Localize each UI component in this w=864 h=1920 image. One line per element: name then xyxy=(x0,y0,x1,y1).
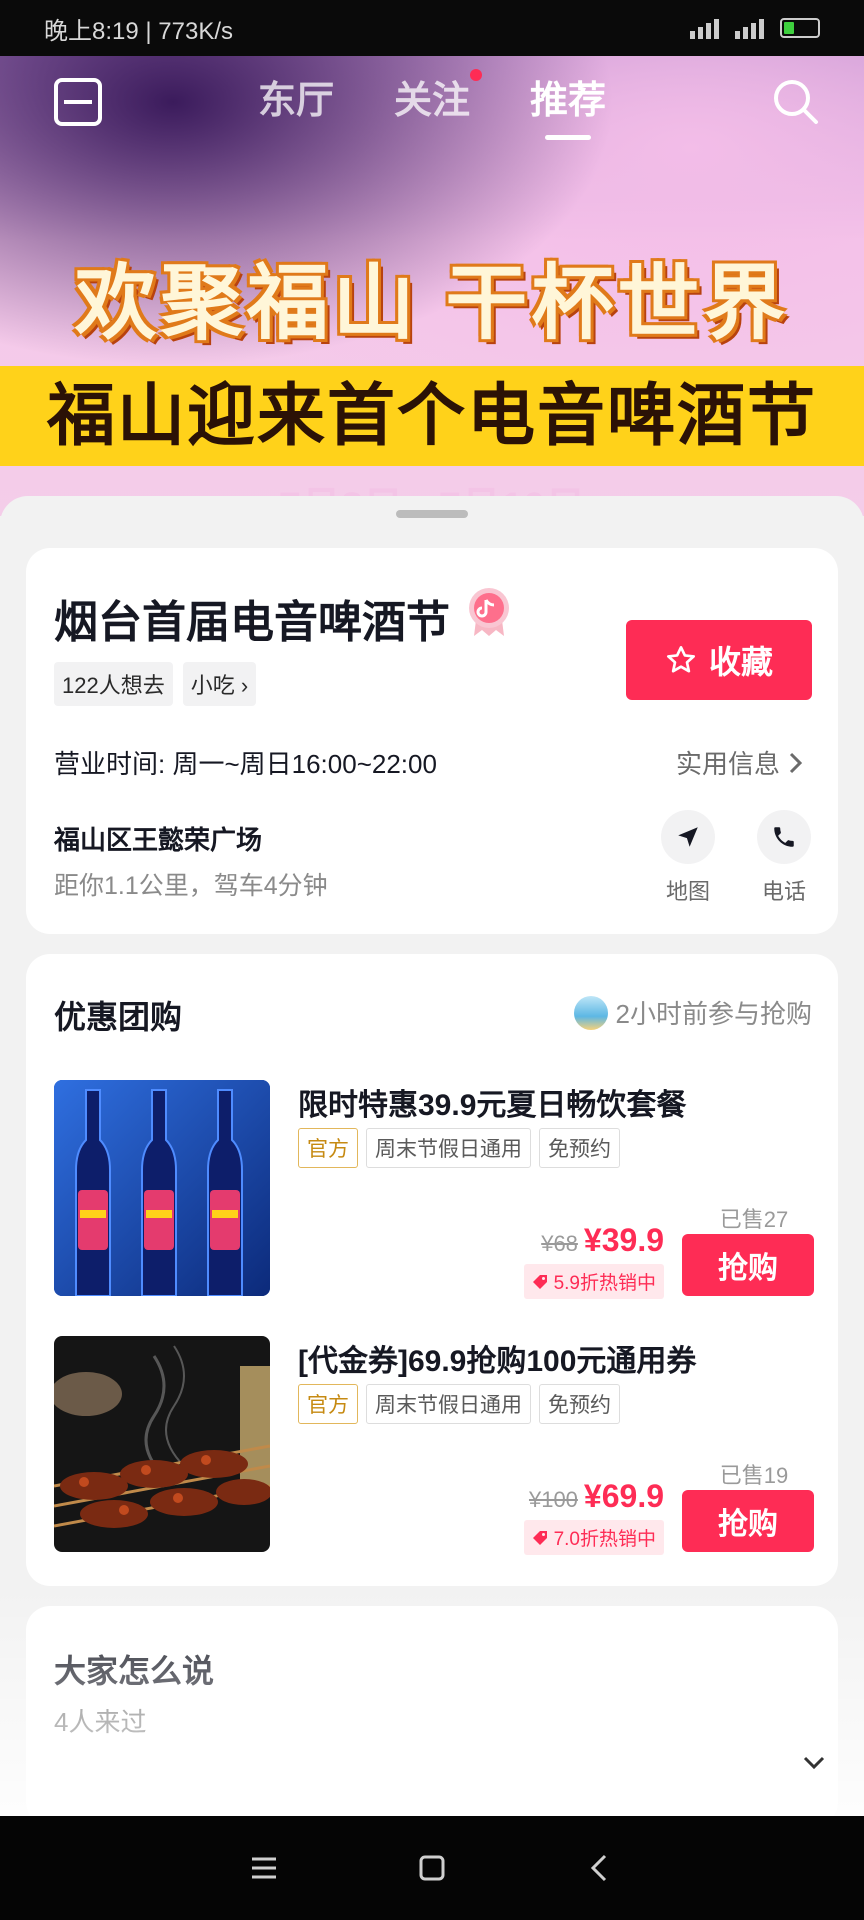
discount-text: 5.9折热销中 xyxy=(553,1273,656,1294)
no-reservation-tag: 免预约 xyxy=(539,1128,620,1168)
official-tag: 官方 xyxy=(298,1384,358,1424)
map-button[interactable]: 地图 xyxy=(648,810,728,906)
recent-purchase: 2小时前参与抢购 xyxy=(573,994,812,1031)
signal-icon xyxy=(690,17,719,39)
search-icon[interactable] xyxy=(770,76,822,128)
douyin-badge-icon xyxy=(469,588,509,636)
recent-purchase-text: 2小时前参与抢购 xyxy=(615,999,812,1029)
detail-sheet: 烟台首届电音啤酒节 122人想去 小吃 › 收藏 营业时间: 周一~周日16:0… xyxy=(0,496,864,1826)
sale-price: ¥39.9 xyxy=(583,1222,664,1258)
deal-title: 限时特惠39.9元夏日畅饮套餐 xyxy=(298,1089,687,1122)
tab-recommended[interactable]: 推荐 xyxy=(530,69,606,134)
chevron-down-icon[interactable] xyxy=(800,1748,828,1776)
reviews-subtitle: 4人来过 xyxy=(54,1707,147,1737)
price-row: ¥100 ¥69.9 xyxy=(529,1478,664,1515)
favorite-button[interactable]: 收藏 xyxy=(626,620,812,700)
status-right xyxy=(690,17,820,39)
buy-button[interactable]: 抢购 xyxy=(682,1234,814,1296)
sale-price: ¥69.9 xyxy=(583,1478,664,1514)
sold-count: 已售19 xyxy=(719,1463,789,1488)
practical-info-label: 实用信息 xyxy=(675,749,780,779)
price-row: ¥68 ¥39.9 xyxy=(541,1222,664,1259)
want-count-tag: 122人想去 xyxy=(54,662,173,706)
deal-title: [代金券]69.9抢购100元通用券 xyxy=(298,1345,697,1378)
holiday-tag: 周末节假日通用 xyxy=(366,1384,531,1424)
no-reservation-tag: 免预约 xyxy=(539,1384,620,1424)
status-left: 晚上8:19 | 773K/s xyxy=(44,17,234,45)
hero-subheadline: 福山迎来首个电音啤酒节 xyxy=(0,366,864,466)
network-speed: 773K/s xyxy=(158,17,234,45)
discount-text: 7.0折热销中 xyxy=(553,1529,656,1550)
category-tag[interactable]: 小吃 › xyxy=(182,662,257,706)
notification-dot xyxy=(470,68,482,81)
business-hours: 营业时间: 周一~周日16:00~22:00 xyxy=(54,749,437,779)
favorite-label: 收藏 xyxy=(708,644,773,680)
menu-icon[interactable] xyxy=(242,1846,286,1890)
tab-donting[interactable]: 东厅 xyxy=(258,69,334,134)
reviews-card[interactable]: 大家怎么说 4人来过 xyxy=(26,1606,838,1826)
phone-label: 电话 xyxy=(761,879,806,904)
deal-item[interactable]: [代金券]69.9抢购100元通用券 官方 周末节假日通用 免预约 已售19 ¥… xyxy=(54,1336,814,1555)
back-icon[interactable] xyxy=(578,1846,622,1890)
discount-badge: 5.9折热销中 xyxy=(523,1264,664,1299)
nav-tabs: 东厅 关注 推荐 xyxy=(258,68,606,134)
shop-tags: 122人想去 小吃 › xyxy=(54,662,257,706)
sheet-drag-handle[interactable] xyxy=(396,510,468,518)
group-deals-card: 优惠团购 2小时前参与抢购 限时特惠39.9元夏日畅饮套餐 官方 周末节假日通用… xyxy=(26,954,838,1586)
shop-title: 烟台首届电音啤酒节 xyxy=(54,598,450,647)
deal-image-beer xyxy=(54,1080,270,1296)
practical-info-link[interactable]: 实用信息 xyxy=(676,744,804,781)
discount-badge: 7.0折热销中 xyxy=(523,1520,664,1555)
deal-image-bbq xyxy=(54,1336,270,1552)
map-label: 地图 xyxy=(665,879,710,904)
hero-headline: 欢聚福山 干杯世界 xyxy=(74,258,790,349)
sold-count: 已售27 xyxy=(719,1207,789,1232)
status-time: 晚上8:19 xyxy=(44,17,139,45)
buy-button[interactable]: 抢购 xyxy=(682,1490,814,1552)
shop-address: 福山区王懿荣广场 xyxy=(54,825,263,855)
tab-following-label: 关注 xyxy=(393,79,470,122)
deal-tags: 官方 周末节假日通用 免预约 xyxy=(298,1128,620,1168)
system-nav-bar xyxy=(0,1816,864,1920)
signal-icon-2 xyxy=(735,17,764,39)
scan-icon[interactable] xyxy=(54,78,102,126)
battery-icon xyxy=(780,18,820,38)
chevron-right-icon xyxy=(789,752,803,773)
tab-following[interactable]: 关注 xyxy=(393,68,482,134)
price-tag-icon xyxy=(532,1530,547,1545)
star-icon xyxy=(666,646,695,673)
original-price: ¥68 xyxy=(541,1231,578,1256)
original-price: ¥100 xyxy=(528,1487,578,1512)
price-tag-icon xyxy=(532,1274,547,1289)
reviews-title: 大家怎么说 xyxy=(54,1653,215,1689)
shop-card: 烟台首届电音啤酒节 122人想去 小吃 › 收藏 营业时间: 周一~周日16:0… xyxy=(26,548,838,934)
navigation-arrow-icon xyxy=(678,827,698,847)
avatar xyxy=(573,995,608,1030)
phone-icon xyxy=(774,827,794,847)
shop-distance: 距你1.1公里，驾车4分钟 xyxy=(54,872,328,900)
status-bar: 晚上8:19 | 773K/s xyxy=(0,0,864,56)
deal-tags: 官方 周末节假日通用 免预约 xyxy=(298,1384,620,1424)
deals-title: 优惠团购 xyxy=(54,999,183,1035)
holiday-tag: 周末节假日通用 xyxy=(366,1128,531,1168)
phone-button[interactable]: 电话 xyxy=(744,810,824,906)
top-nav: 东厅 关注 推荐 xyxy=(0,56,864,146)
deal-item[interactable]: 限时特惠39.9元夏日畅饮套餐 官方 周末节假日通用 免预约 已售27 ¥68 … xyxy=(54,1080,814,1299)
official-tag: 官方 xyxy=(298,1128,358,1168)
home-icon[interactable] xyxy=(410,1846,454,1890)
